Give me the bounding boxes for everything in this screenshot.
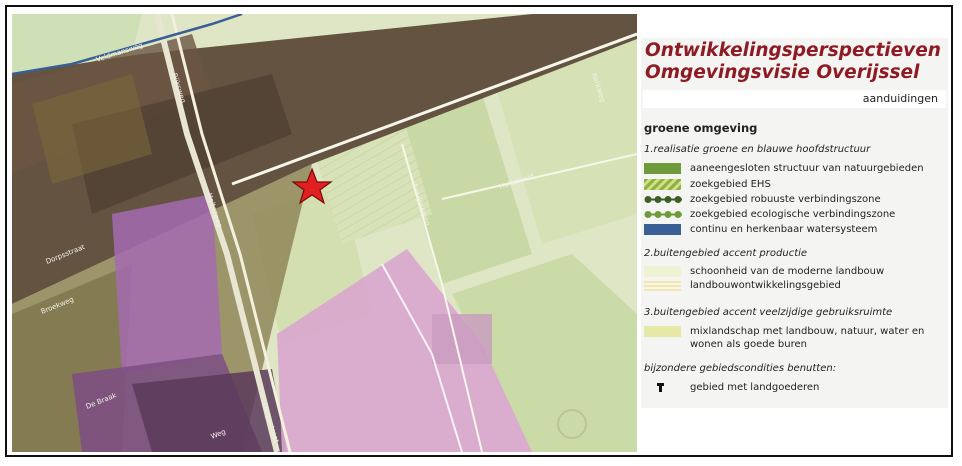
legend-item: gebied met landgoederen xyxy=(644,381,944,395)
legend-item: zoekgebied EHS xyxy=(644,178,944,192)
pale-swatch xyxy=(644,266,681,277)
estate-marker-icon xyxy=(657,383,664,392)
legend-item: continu en herkenbaar watersysteem xyxy=(644,223,944,237)
legend-item: schoonheid van de moderne landbouw xyxy=(644,265,944,279)
map-view[interactable]: Veldmansweg Rijksweg Holterweg Dorpsstra… xyxy=(12,14,637,452)
legend-item-label: continu en herkenbaar watersysteem xyxy=(690,224,878,235)
dark-dots-swatch xyxy=(644,196,682,203)
legend-panel: Ontwikkelingsperspectieven Omgevingsvisi… xyxy=(641,38,948,408)
legend-item: zoekgebied robuuste verbindingszone xyxy=(644,193,944,207)
tab-aanduidingen[interactable]: aanduidingen xyxy=(643,90,946,108)
legend-item-label: mixlandschap met landbouw, natuur, water… xyxy=(690,326,925,350)
purple-zone xyxy=(112,194,222,374)
group-title: 2.buitengebied accent productie xyxy=(644,248,808,259)
map-canvas: Veldmansweg Rijksweg Holterweg Dorpsstra… xyxy=(12,14,637,452)
legend-item: zoekgebied ecologische verbindingszone xyxy=(644,208,944,222)
special-title: bijzondere gebiedscondities benutten: xyxy=(644,363,837,374)
legend-item-label: zoekgebied robuuste verbindingszone xyxy=(690,194,881,205)
legend-item-label: schoonheid van de moderne landbouw xyxy=(690,266,885,277)
legend-item: landbouwontwikkelingsgebied xyxy=(644,279,944,293)
legend-item: aaneengesloten structuur van natuurgebie… xyxy=(644,162,944,176)
legend-item: mixlandschap met landbouw, natuur, water… xyxy=(644,325,944,353)
pink-zone-buildings xyxy=(432,314,492,364)
solid-green-swatch xyxy=(644,163,681,174)
legend-item-label: zoekgebied EHS xyxy=(690,179,771,190)
green-dots-swatch xyxy=(644,211,682,218)
striped-swatch xyxy=(644,280,681,291)
yellow-green-swatch xyxy=(644,326,681,337)
legend-item-label: zoekgebied ecologische verbindingszone xyxy=(690,209,896,220)
legend-item-label: gebied met landgoederen xyxy=(690,382,820,393)
legend-title-line2: Omgevingsvisie Overijssel xyxy=(645,62,920,83)
legend-item-label: landbouwontwikkelingsgebied xyxy=(690,280,841,291)
group-title: 1.realisatie groene en blauwe hoofdstruc… xyxy=(644,144,871,155)
legend-title-line1: Ontwikkelingsperspectieven xyxy=(645,40,941,61)
legend-item-label: aaneengesloten structuur van natuurgebie… xyxy=(690,163,924,174)
hatched-green-swatch xyxy=(644,179,681,190)
group-title: 3.buitengebied accent veelzijdige gebrui… xyxy=(644,307,893,318)
blue-swatch xyxy=(644,224,681,235)
section-title: groene omgeving xyxy=(644,121,758,135)
